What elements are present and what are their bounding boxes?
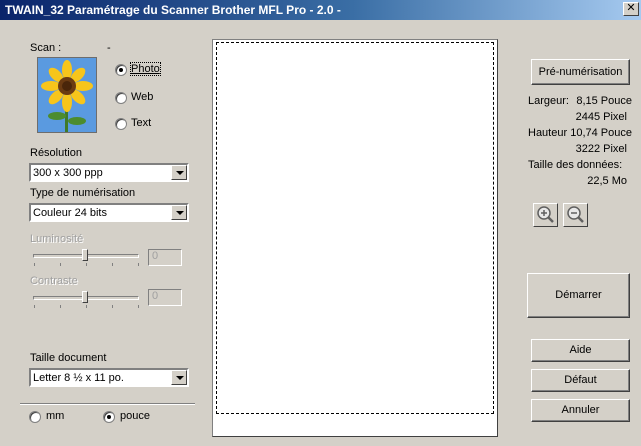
document-size-label: Taille document [30,352,107,364]
title-bar[interactable]: TWAIN_32 Paramétrage du Scanner Brother … [0,0,641,20]
scan-web-radio[interactable] [115,92,127,104]
slider-tick [138,263,139,266]
zoom-out-button[interactable] [563,203,588,227]
slider-tick [138,305,139,308]
brightness-value-field[interactable]: 0 [148,249,182,266]
unit-mm-radio[interactable] [29,411,41,423]
prescan-button-label: Pré-numérisation [538,66,623,78]
close-icon: ✕ [626,2,636,14]
width-inch-value: 8,15 Pouce [576,95,632,107]
unit-mm-label[interactable]: mm [46,410,64,422]
resolution-value: 300 x 300 ppp [33,167,103,179]
slider-tick [34,305,35,308]
slider-tick [86,305,87,308]
scan-text-label[interactable]: Text [131,117,151,129]
data-size-label: Taille des données: [528,159,623,171]
contrast-slider-thumb[interactable] [82,291,88,303]
chevron-down-icon[interactable] [171,205,187,220]
scan-type-label: Type de numérisation [30,187,136,199]
document-size-select[interactable]: Letter 8 ½ x 11 po. [29,368,189,387]
contrast-label: Contraste [30,275,78,287]
height-pixel-value: 3222 Pixel [575,143,627,155]
prescan-button[interactable]: Pré-numérisation [531,59,630,85]
preview-area[interactable] [212,39,498,437]
document-size-value: Letter 8 ½ x 11 po. [33,372,124,384]
scan-photo-radio[interactable] [115,64,127,76]
zoom-in-icon [537,206,554,223]
height-label: Hauteur [528,127,568,139]
slider-tick [112,305,113,308]
sunflower-thumbnail-icon [37,57,97,133]
default-button[interactable]: Défaut [531,369,630,392]
scan-type-select[interactable]: Couleur 24 bits [29,203,189,222]
start-button[interactable]: Démarrer [527,273,630,318]
divider [20,403,195,405]
slider-tick [34,263,35,266]
help-button-label: Aide [569,344,592,356]
window-title: TWAIN_32 Paramétrage du Scanner Brother … [5,3,341,17]
scan-dash: - [107,42,111,54]
scanner-settings-window: TWAIN_32 Paramétrage du Scanner Brother … [0,0,641,446]
zoom-in-button[interactable] [533,203,558,227]
cancel-button-label: Annuler [561,404,600,416]
resolution-select[interactable]: 300 x 300 ppp [29,163,189,182]
height-inch-value: 10,74 Pouce [570,127,632,139]
scan-text-radio[interactable] [115,118,127,130]
unit-inch-radio[interactable] [103,411,115,423]
help-button[interactable]: Aide [531,339,630,362]
chevron-down-icon[interactable] [171,370,187,385]
width-pixel-value: 2445 Pixel [575,111,627,123]
slider-tick [60,263,61,266]
cancel-button[interactable]: Annuler [531,399,630,422]
scan-area-selection[interactable] [216,42,494,414]
brightness-slider-thumb[interactable] [82,249,88,261]
zoom-out-icon [567,206,584,223]
scan-web-label[interactable]: Web [131,91,153,103]
resolution-label: Résolution [30,147,82,159]
contrast-value-field[interactable]: 0 [148,289,182,306]
close-button[interactable]: ✕ [623,2,639,16]
width-label: Largeur: [528,95,569,107]
scan-label: Scan : [30,42,62,54]
data-size-value: 22,5 Mo [587,175,627,187]
brightness-label: Luminosité [30,233,84,245]
default-button-label: Défaut [564,374,597,386]
chevron-down-icon[interactable] [171,165,187,180]
start-button-label: Démarrer [555,289,602,301]
slider-tick [112,263,113,266]
scan-type-value: Couleur 24 bits [33,207,107,219]
slider-tick [86,263,87,266]
unit-inch-label[interactable]: pouce [120,410,150,422]
scan-photo-label[interactable]: Photo [130,62,161,76]
slider-tick [60,305,61,308]
